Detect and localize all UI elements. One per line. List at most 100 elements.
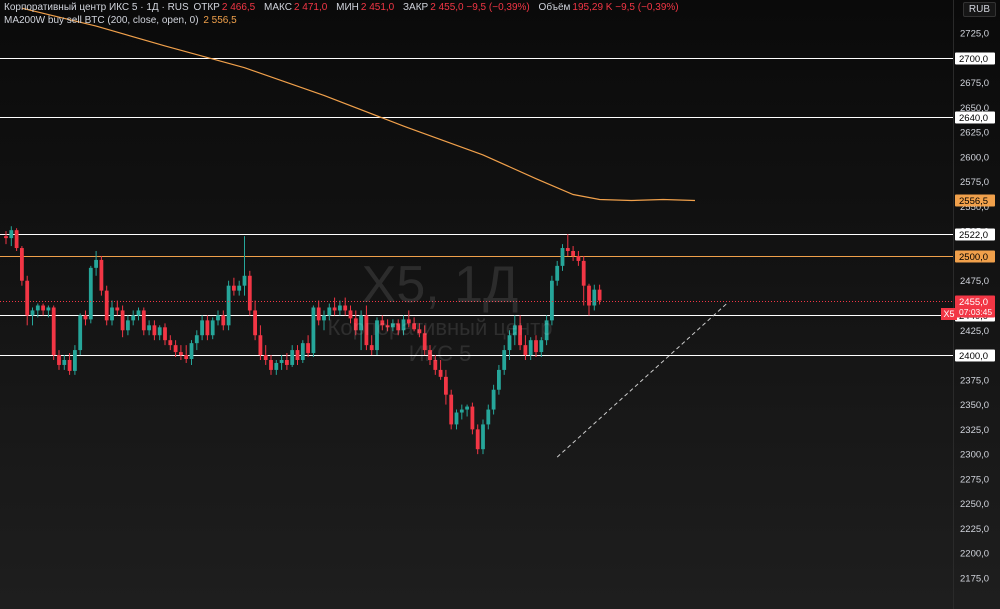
candle-body [168,340,173,346]
candle-body [226,285,231,326]
candle-body [507,335,512,351]
candle-body [30,310,35,316]
candle-body [565,248,570,251]
candle-body [322,315,326,321]
support-trendline [556,303,728,458]
candle-body [359,315,363,331]
price-tick-label: 2175,0 [960,574,989,585]
candle-body [375,320,379,351]
candle-body [438,369,443,377]
candle-body [141,310,146,331]
candle-body [459,409,464,413]
candle-body [422,333,427,351]
candle-body [285,360,289,365]
chart-window: 2725,02700,02675,02650,02625,02600,02575… [0,0,1000,609]
price-axis[interactable]: 2725,02700,02675,02650,02625,02600,02575… [953,0,996,609]
candle-body [571,251,575,256]
candle-body [83,315,88,320]
candle-body [179,352,183,356]
candle-body [9,230,14,239]
candle-body [528,340,533,356]
candle-body [412,323,416,330]
candle-body [205,320,210,336]
candle-body [385,325,390,328]
candle-body [581,260,586,286]
candle-body [491,389,496,410]
candle-body [311,307,316,354]
candle-body [497,369,501,390]
candle-body [300,343,305,360]
price-tick-label: 2225,0 [960,524,989,535]
candle-body [592,289,597,306]
price-tick-label: 2475,0 [960,276,989,287]
candle-body [189,343,194,360]
price-tick-label: 2575,0 [960,177,989,188]
open-label: ОТКР [193,2,220,13]
candle-body [110,307,114,321]
candle-body [216,315,220,321]
price-tick-label: 2350,0 [960,400,989,411]
candle-body [78,315,83,351]
candle-body [295,350,300,360]
level-price-label: 2640,0 [959,113,988,124]
indicator-legend[interactable]: MA200W buy sell BTC (200, close, open, 0… [4,15,237,27]
candle-body [523,345,528,356]
candle-body [290,350,295,365]
candle-body [221,315,226,326]
candle-body [353,318,358,331]
candle-body [544,320,549,341]
low-label: МИН [336,2,359,13]
price-tick-label: 2725,0 [960,29,989,40]
level-price-label: 2522,0 [959,230,988,241]
candle-body [348,310,353,319]
ma-price-label: 2556,5 [959,196,988,207]
candle-body [486,409,491,425]
candle-body [316,307,321,321]
candle-body [67,360,72,371]
ma-value: 2 556,5 [203,15,237,26]
open-value: 2 466,5 [221,2,256,13]
candle-body [73,350,77,371]
candle-body [444,376,448,395]
candle-body [396,323,401,331]
moving-average-line [21,7,696,202]
level-price-label: 2700,0 [959,54,988,65]
candle-body [104,290,109,321]
candle-body [88,267,93,320]
ohlc-legend[interactable]: Корпоративный центр ИКС 5 · 1Д · RUS ОТК… [4,2,685,14]
price-chart[interactable]: 2725,02700,02675,02650,02625,02600,02575… [0,0,1000,609]
price-tick-label: 2625,0 [960,128,989,139]
level-price-label: 2400,0 [959,351,988,362]
symbol-title[interactable]: Корпоративный центр ИКС 5 · 1Д · RUS [4,2,189,13]
candle-body [587,285,591,306]
candle-body [131,315,136,321]
close-value: 2 455,0 −9,5 (−0,39%) [430,2,530,13]
candle-body [51,307,56,356]
candle-body [512,325,517,336]
candle-body [25,280,30,316]
candle-body [306,343,310,354]
candle-body [274,362,279,370]
candle-body [502,350,507,370]
candle-body [163,327,167,341]
candle-body [4,236,8,239]
ma200w-line [21,7,696,202]
candle-body [247,275,252,311]
currency-button[interactable]: RUB [962,2,996,17]
candle-body [380,320,385,326]
candle-body [184,355,189,360]
candle-body [120,310,125,331]
candle-body [62,360,67,365]
ma-title[interactable]: MA200W buy sell BTC (200, close, open, 0… [4,15,199,26]
candle-body [481,424,485,450]
volume-label: Объём [538,2,571,13]
high-value: 2 471,0 [293,2,328,13]
candle-body [157,327,162,336]
candle-body [332,307,337,311]
candle-body [258,335,263,356]
price-tick-label: 2300,0 [960,450,989,461]
candle-body [560,248,565,266]
candle-body [465,406,469,410]
candle-body [147,325,151,331]
candle-body [46,307,51,311]
